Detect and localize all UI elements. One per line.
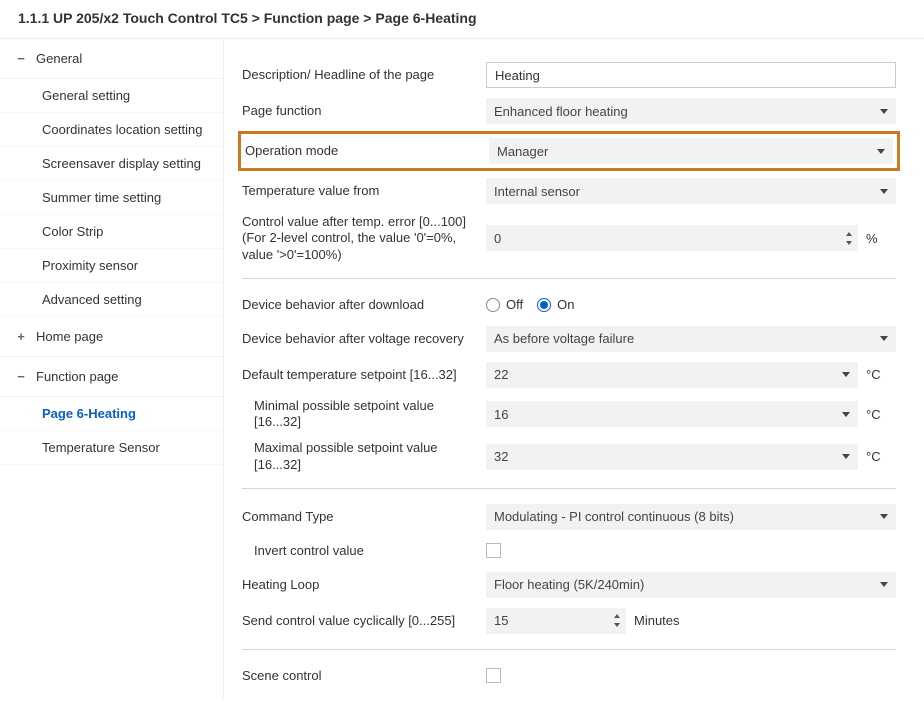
chevron-down-icon bbox=[842, 454, 850, 459]
def-setpoint-dropdown[interactable]: 22 bbox=[486, 362, 858, 388]
ctrl-after-err-stepper[interactable]: 0 bbox=[486, 225, 858, 251]
chevron-down-icon bbox=[880, 336, 888, 341]
label-send-cyclic: Send control value cyclically [0...255] bbox=[242, 613, 486, 629]
divider bbox=[242, 488, 896, 489]
dropdown-value: 22 bbox=[494, 367, 508, 382]
chevron-down-icon bbox=[880, 189, 888, 194]
sidebar-item-page6-heating[interactable]: Page 6-Heating bbox=[0, 397, 223, 431]
chevron-down-icon bbox=[842, 372, 850, 377]
behavior-download-radios: Off On bbox=[486, 297, 574, 312]
sidebar-item-advanced[interactable]: Advanced setting bbox=[0, 283, 223, 317]
sidebar-group-label: General bbox=[36, 51, 82, 66]
label-min-setpoint: Minimal possible setpoint value [16...32… bbox=[242, 398, 486, 431]
sidebar-item-general-setting[interactable]: General setting bbox=[0, 79, 223, 113]
chevron-down-icon bbox=[880, 109, 888, 114]
chevron-down-icon bbox=[880, 514, 888, 519]
stepper-value: 15 bbox=[494, 613, 610, 628]
divider bbox=[242, 278, 896, 279]
sidebar-item-screensaver[interactable]: Screensaver display setting bbox=[0, 147, 223, 181]
sidebar-item-color-strip[interactable]: Color Strip bbox=[0, 215, 223, 249]
radio-on[interactable]: On bbox=[537, 297, 574, 312]
step-down-icon[interactable] bbox=[611, 621, 623, 630]
step-up-icon[interactable] bbox=[611, 612, 623, 621]
radio-label: Off bbox=[506, 297, 523, 312]
sidebar-item-temperature-sensor[interactable]: Temperature Sensor bbox=[0, 431, 223, 465]
breadcrumb: 1.1.1 UP 205/x2 Touch Control TC5 > Func… bbox=[0, 0, 924, 39]
label-ctrl-after-err: Control value after temp. error [0...100… bbox=[242, 214, 486, 263]
label-behavior-download: Device behavior after download bbox=[242, 297, 486, 313]
label-def-setpoint: Default temperature setpoint [16...32] bbox=[242, 367, 486, 383]
unit-c: °C bbox=[866, 367, 896, 382]
dropdown-value: Enhanced floor heating bbox=[494, 104, 628, 119]
dropdown-value: Floor heating (5K/240min) bbox=[494, 577, 644, 592]
breadcrumb-page: Page 6-Heating bbox=[375, 10, 476, 26]
label-invert: Invert control value bbox=[242, 543, 486, 559]
label-page-function: Page function bbox=[242, 103, 486, 119]
scene-checkbox[interactable] bbox=[486, 668, 501, 683]
stepper-value: 0 bbox=[494, 231, 842, 246]
dropdown-value: 16 bbox=[494, 407, 508, 422]
dropdown-value: Manager bbox=[497, 144, 548, 159]
collapse-icon: − bbox=[16, 51, 26, 66]
sidebar-group-general[interactable]: − General bbox=[0, 39, 223, 79]
min-setpoint-dropdown[interactable]: 16 bbox=[486, 401, 858, 427]
main-panel: Description/ Headline of the page Page f… bbox=[224, 39, 924, 699]
sidebar-group-home[interactable]: + Home page bbox=[0, 317, 223, 357]
label-max-setpoint: Maximal possible setpoint value [16...32… bbox=[242, 440, 486, 473]
dropdown-value: 32 bbox=[494, 449, 508, 464]
label-scene: Scene control bbox=[242, 668, 486, 684]
sidebar-group-label: Home page bbox=[36, 329, 103, 344]
sidebar-group-function[interactable]: − Function page bbox=[0, 357, 223, 397]
label-heating-loop: Heating Loop bbox=[242, 577, 486, 593]
max-setpoint-dropdown[interactable]: 32 bbox=[486, 444, 858, 470]
radio-label: On bbox=[557, 297, 574, 312]
step-down-icon[interactable] bbox=[843, 238, 855, 247]
label-operation-mode: Operation mode bbox=[245, 143, 489, 159]
breadcrumb-function: Function page bbox=[264, 10, 360, 26]
sidebar-group-label: Function page bbox=[36, 369, 118, 384]
temp-from-dropdown[interactable]: Internal sensor bbox=[486, 178, 896, 204]
sidebar: − General General setting Coordinates lo… bbox=[0, 39, 224, 699]
breadcrumb-device: 1.1.1 UP 205/x2 Touch Control TC5 bbox=[18, 10, 248, 26]
command-type-dropdown[interactable]: Modulating - PI control continuous (8 bi… bbox=[486, 504, 896, 530]
label-command-type: Command Type bbox=[242, 509, 486, 525]
step-up-icon[interactable] bbox=[843, 229, 855, 238]
operation-mode-dropdown[interactable]: Manager bbox=[489, 138, 893, 164]
description-input[interactable] bbox=[486, 62, 896, 88]
invert-checkbox[interactable] bbox=[486, 543, 501, 558]
sidebar-item-proximity[interactable]: Proximity sensor bbox=[0, 249, 223, 283]
dropdown-value: Internal sensor bbox=[494, 184, 580, 199]
unit-minutes: Minutes bbox=[634, 613, 680, 628]
expand-icon: + bbox=[16, 329, 26, 344]
radio-off[interactable]: Off bbox=[486, 297, 523, 312]
unit-c: °C bbox=[866, 407, 896, 422]
label-behavior-volt: Device behavior after voltage recovery bbox=[242, 331, 486, 347]
sidebar-item-coordinates[interactable]: Coordinates location setting bbox=[0, 113, 223, 147]
radio-icon bbox=[537, 298, 551, 312]
sidebar-item-summer-time[interactable]: Summer time setting bbox=[0, 181, 223, 215]
divider bbox=[242, 649, 896, 650]
dropdown-value: Modulating - PI control continuous (8 bi… bbox=[494, 509, 734, 524]
unit-c: °C bbox=[866, 449, 896, 464]
unit-percent: % bbox=[866, 231, 896, 246]
behavior-volt-dropdown[interactable]: As before voltage failure bbox=[486, 326, 896, 352]
label-temp-from: Temperature value from bbox=[242, 183, 486, 199]
send-cyclic-stepper[interactable]: 15 bbox=[486, 608, 626, 634]
label-description: Description/ Headline of the page bbox=[242, 67, 486, 83]
page-function-dropdown[interactable]: Enhanced floor heating bbox=[486, 98, 896, 124]
heating-loop-dropdown[interactable]: Floor heating (5K/240min) bbox=[486, 572, 896, 598]
chevron-down-icon bbox=[877, 149, 885, 154]
chevron-down-icon bbox=[842, 412, 850, 417]
chevron-down-icon bbox=[880, 582, 888, 587]
dropdown-value: As before voltage failure bbox=[494, 331, 634, 346]
collapse-icon: − bbox=[16, 369, 26, 384]
radio-icon bbox=[486, 298, 500, 312]
